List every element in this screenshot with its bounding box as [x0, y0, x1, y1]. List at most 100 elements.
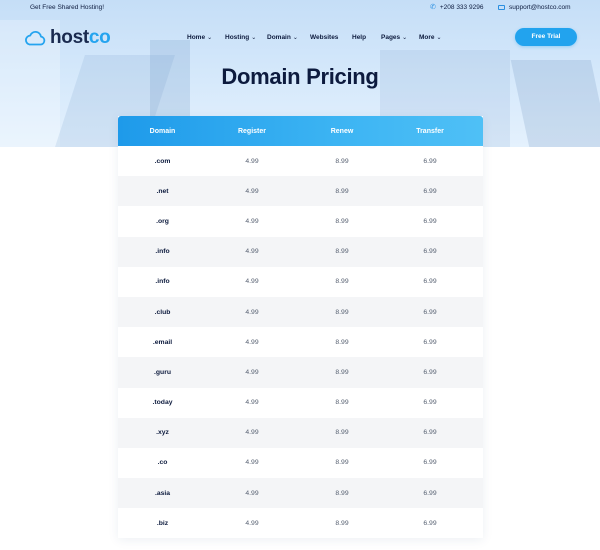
- nav-item-domain[interactable]: Domain ⌄: [267, 34, 298, 41]
- transfer-price-cell: 6.99: [423, 399, 437, 407]
- page-title: Domain Pricing: [221, 64, 379, 89]
- table-row: .org 4.99 8.99 6.99: [118, 206, 483, 236]
- nav-item-more[interactable]: More ⌄: [419, 34, 442, 41]
- table-header: Domain Register Renew Transfer: [118, 116, 483, 146]
- register-price-cell: 4.99: [245, 519, 259, 527]
- table-row: .today 4.99 8.99 6.99: [118, 388, 483, 418]
- nav-item-help[interactable]: Help: [352, 34, 366, 41]
- transfer-price-cell: 6.99: [423, 157, 437, 165]
- table-row: .co 4.99 8.99 6.99: [118, 448, 483, 478]
- domain-cell: .co: [157, 459, 168, 467]
- register-price-cell: 4.99: [245, 459, 259, 467]
- renew-price-cell: 8.99: [335, 489, 349, 497]
- chevron-down-icon: ⌄: [207, 35, 213, 41]
- chevron-down-icon: ⌄: [292, 35, 298, 41]
- nav-item-websites[interactable]: Websites: [310, 34, 338, 41]
- table-row: .email 4.99 8.99 6.99: [118, 327, 483, 357]
- renew-price-cell: 8.99: [335, 308, 349, 316]
- register-price-cell: 4.99: [245, 217, 259, 225]
- chevron-down-icon: ⌄: [251, 35, 257, 41]
- register-price-cell: 4.99: [245, 308, 259, 316]
- domain-cell: .asia: [154, 489, 171, 497]
- table-body: .com 4.99 8.99 6.99 .net 4.99 8.99 6.99 .org 4.99…: [118, 146, 483, 538]
- renew-price-cell: 8.99: [335, 187, 349, 195]
- nav-item-label: Domain: [267, 34, 291, 41]
- register-price-cell: 4.99: [245, 429, 259, 437]
- nav-item-label: Help: [352, 34, 367, 41]
- column-header-register: Register: [237, 127, 266, 135]
- register-price-cell: 4.99: [245, 187, 259, 195]
- table-row: .club 4.99 8.99 6.99: [118, 296, 483, 328]
- register-price-cell: 4.99: [245, 399, 259, 407]
- transfer-price-cell: 6.99: [423, 308, 437, 316]
- register-price-cell: 4.99: [245, 489, 259, 497]
- transfer-price-cell: 6.99: [423, 338, 437, 346]
- renew-price-cell: 8.99: [335, 429, 349, 437]
- table-row: .info 4.99 8.99 6.99: [118, 267, 483, 297]
- pricing-table: Domain Register Renew Transfer .com 4.99 8…: [118, 116, 483, 539]
- chevron-down-icon: ⌄: [402, 35, 408, 41]
- renew-price-cell: 8.99: [335, 217, 349, 225]
- renew-price-cell: 8.99: [335, 338, 349, 346]
- register-price-cell: 4.99: [245, 248, 259, 256]
- domain-cell: .info: [155, 248, 170, 256]
- domain-cell: .xyz: [156, 429, 169, 437]
- domain-cell: .info: [155, 278, 170, 286]
- table-row: .asia 4.99 8.99 6.99: [118, 478, 483, 509]
- register-price-cell: 4.99: [245, 338, 259, 346]
- transfer-price-cell: 6.99: [423, 489, 437, 497]
- transfer-price-cell: 6.99: [423, 248, 437, 256]
- renew-price-cell: 8.99: [335, 519, 349, 527]
- nav-item-hosting[interactable]: Hosting ⌄: [225, 34, 256, 41]
- phone-icon: ✆: [430, 4, 436, 11]
- email-contact[interactable]: support@hostco.com: [498, 4, 571, 11]
- domain-cell: .net: [156, 187, 169, 195]
- renew-price-cell: 8.99: [335, 157, 349, 165]
- transfer-price-cell: 6.99: [423, 519, 437, 527]
- renew-price-cell: 8.99: [335, 399, 349, 407]
- transfer-price-cell: 6.99: [423, 459, 437, 467]
- phone-contact[interactable]: ✆ +208 333 9296: [430, 4, 483, 11]
- phone-number[interactable]: +208 333 9296: [440, 4, 484, 11]
- promo-text[interactable]: Get Free Shared Hosting!: [30, 4, 104, 11]
- register-price-cell: 4.99: [245, 157, 259, 165]
- chevron-down-icon: ⌄: [436, 35, 442, 41]
- domain-cell: .guru: [154, 368, 171, 376]
- register-price-cell: 4.99: [245, 368, 259, 376]
- nav-item-label: Pages: [381, 34, 401, 41]
- transfer-price-cell: 6.99: [423, 429, 437, 437]
- transfer-price-cell: 6.99: [423, 278, 437, 286]
- transfer-price-cell: 6.99: [423, 368, 437, 376]
- table-row: .guru 4.99 8.99 6.99: [118, 357, 483, 388]
- domain-cell: .org: [156, 217, 169, 225]
- free-trial-button[interactable]: Free Trial: [515, 28, 577, 46]
- top-bar: Get Free Shared Hosting! ✆ +208 333 9296…: [0, 0, 600, 17]
- domain-cell: .email: [152, 338, 173, 346]
- nav-item-label: More: [419, 34, 435, 41]
- table-row: .info 4.99 8.99 6.99: [118, 236, 483, 267]
- renew-price-cell: 8.99: [335, 248, 349, 256]
- table-row: .biz 4.99 8.99 6.99: [118, 508, 483, 538]
- main-nav: Home ⌄ Hosting ⌄ Domain ⌄ Websites Help Pag…: [0, 34, 600, 44]
- domain-cell: .today: [152, 399, 173, 407]
- column-header-transfer: Transfer: [416, 127, 444, 135]
- email-address[interactable]: support@hostco.com: [509, 4, 571, 11]
- mail-icon: [498, 5, 505, 10]
- renew-price-cell: 8.99: [335, 459, 349, 467]
- register-price-cell: 4.99: [245, 278, 259, 286]
- domain-cell: .com: [154, 157, 171, 165]
- nav-item-label: Websites: [310, 34, 339, 41]
- renew-price-cell: 8.99: [335, 368, 349, 376]
- column-header-renew: Renew: [330, 127, 354, 135]
- nav-item-label: Home: [187, 34, 206, 41]
- nav-item-pages[interactable]: Pages ⌄: [381, 34, 407, 41]
- nav-item-home[interactable]: Home ⌄: [187, 34, 212, 41]
- renew-price-cell: 8.99: [335, 278, 349, 286]
- table-row: .xyz 4.99 8.99 6.99: [118, 417, 483, 448]
- column-header-domain: Domain: [149, 127, 176, 135]
- transfer-price-cell: 6.99: [423, 217, 437, 225]
- domain-cell: .biz: [156, 519, 169, 527]
- nav-item-label: Hosting: [225, 34, 250, 41]
- transfer-price-cell: 6.99: [423, 187, 437, 195]
- table-row: .net 4.99 8.99 6.99: [118, 176, 483, 207]
